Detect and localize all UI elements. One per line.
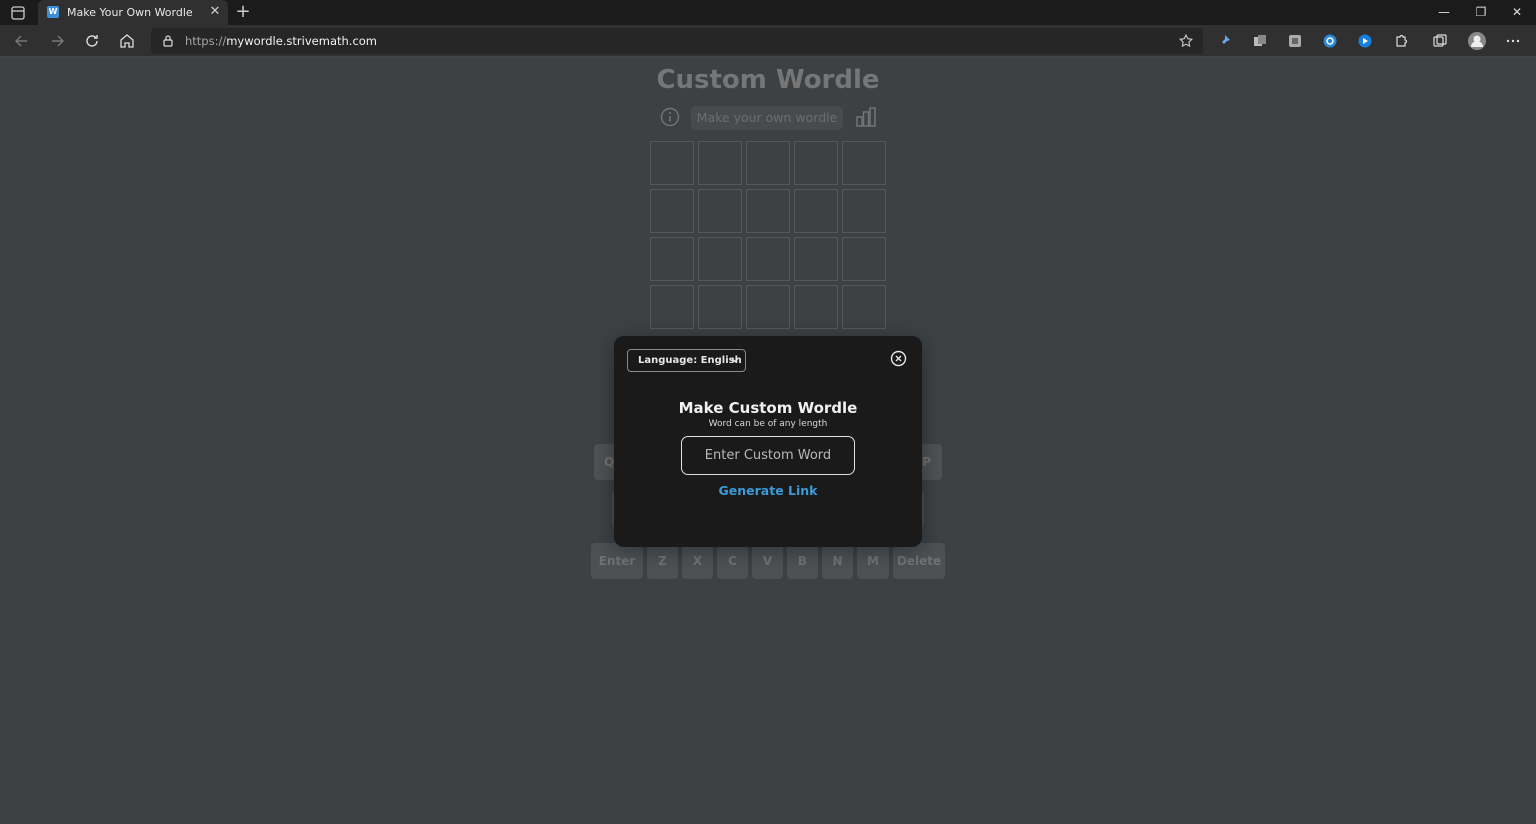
browser-tab-active[interactable]: W Make Your Own Wordle ✕ [38,0,228,25]
grid-cell [650,285,694,329]
url-host: mywordle.strivemath.com [226,34,378,48]
grid-cell [650,237,694,281]
modal-close-icon[interactable] [890,350,907,367]
grid-cell [746,189,790,233]
extension-pin-icon[interactable] [1216,33,1232,49]
language-select[interactable]: Language: English [627,349,746,372]
modal-title: Make Custom Wordle [678,399,858,417]
key-b[interactable]: B [787,543,818,579]
custom-word-input[interactable] [681,436,855,475]
key-n[interactable]: N [822,543,853,579]
make-own-wordle-button[interactable]: Make your own wordle [691,106,843,130]
custom-wordle-modal: Language: English Make Custom Wordle Wor… [614,336,922,547]
key-delete[interactable]: Delete [893,543,945,579]
collections-icon[interactable] [1432,33,1448,49]
extensions-puzzle-icon[interactable] [1393,33,1409,49]
grid-cell [794,285,838,329]
extension-image-icon[interactable] [1287,33,1303,49]
grid-cell [794,141,838,185]
generate-link-button[interactable]: Generate Link [614,483,922,498]
key-v[interactable]: V [752,543,783,579]
window-close-icon[interactable]: ✕ [1507,3,1527,21]
grid-cell [746,141,790,185]
url-scheme: https:// [185,34,227,48]
wordle-grid [650,141,890,333]
key-x[interactable]: X [682,543,713,579]
minimize-icon[interactable]: — [1434,3,1454,21]
extension-collections-icon[interactable] [1252,33,1268,49]
extension-grammar-icon[interactable] [1322,33,1338,49]
new-tab-icon[interactable]: + [234,3,252,21]
tab-actions-icon[interactable] [10,5,26,21]
back-icon[interactable] [12,31,32,51]
chevron-down-icon [731,358,739,363]
browser-toolbar: https://mywordle.strivemath.com [0,25,1536,57]
forward-icon[interactable] [47,31,67,51]
key-m[interactable]: M [857,543,889,579]
grid-cell [746,285,790,329]
grid-cell [746,237,790,281]
language-select-value: Language: English [638,355,742,366]
grid-cell [842,237,886,281]
grid-row [650,285,890,329]
restore-icon[interactable]: ❐ [1471,3,1491,21]
favorites-star-icon[interactable] [1178,33,1194,49]
grid-cell [794,237,838,281]
address-bar[interactable]: https://mywordle.strivemath.com [151,28,1203,54]
key-enter[interactable]: Enter [591,543,643,579]
profile-avatar-icon[interactable] [1467,31,1487,51]
wordle-favicon-icon: W [47,6,59,18]
grid-cell [842,189,886,233]
grid-cell [698,141,742,185]
grid-cell [842,141,886,185]
more-menu-icon[interactable] [1505,33,1521,49]
grid-row [650,189,890,233]
modal-subtitle: Word can be of any length [708,419,828,429]
grid-cell [698,189,742,233]
grid-cell [842,285,886,329]
grid-cell [698,237,742,281]
grid-cell [698,285,742,329]
tab-close-icon[interactable]: ✕ [208,5,222,19]
tab-title: Make Your Own Wordle [67,6,193,19]
grid-row [650,141,890,185]
grid-cell [650,189,694,233]
info-icon[interactable] [660,107,680,127]
browser-tab-bar: W Make Your Own Wordle ✕ + — ❐ ✕ [0,0,1536,25]
key-c[interactable]: C [717,543,748,579]
grid-cell [650,141,694,185]
stats-chart-icon[interactable] [855,106,877,128]
page-title: Custom Wordle [656,65,880,95]
lock-icon[interactable] [161,34,175,48]
extension-play-icon[interactable] [1357,33,1373,49]
refresh-icon[interactable] [82,31,102,51]
key-z[interactable]: Z [647,543,678,579]
grid-cell [794,189,838,233]
home-icon[interactable] [117,31,137,51]
grid-row [650,237,890,281]
url-text[interactable]: https://mywordle.strivemath.com [185,34,377,48]
